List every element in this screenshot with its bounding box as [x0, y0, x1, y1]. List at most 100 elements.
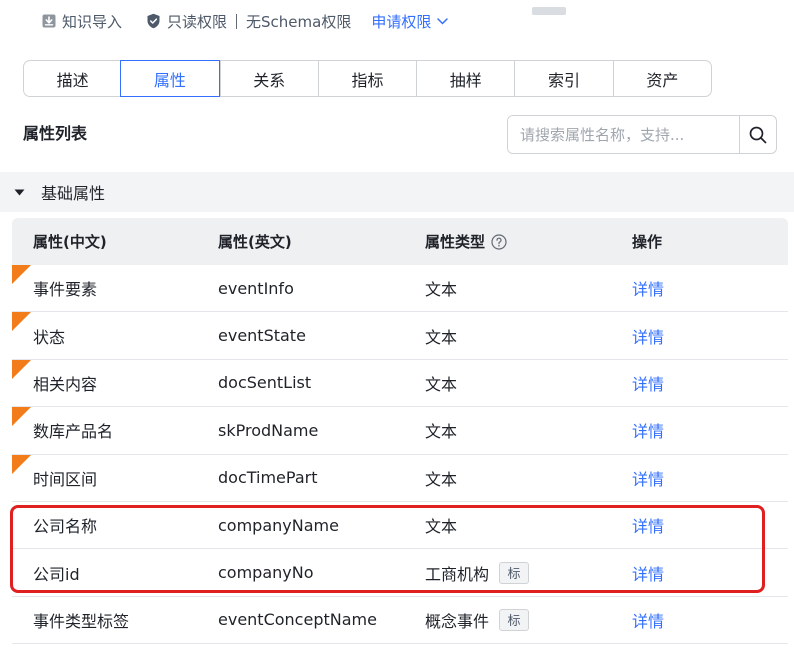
cell-name-zh: 事件要素 [33, 280, 98, 300]
detail-link[interactable]: 详情 [632, 561, 664, 585]
detail-link[interactable]: 详情 [632, 513, 664, 537]
table-row: 事件类型标签 eventConceptName 概念事件标详情 [12, 597, 788, 645]
search-button[interactable] [739, 116, 776, 153]
flag-corner-icon [12, 312, 31, 332]
detail-link[interactable]: 详情 [632, 371, 664, 395]
cell-name-en: docSentList [218, 373, 312, 393]
detail-link[interactable]: 详情 [632, 608, 664, 632]
cell-name-en: eventInfo [218, 278, 294, 298]
search-input[interactable] [508, 116, 739, 153]
header-name-zh: 属性(中文) [33, 233, 107, 251]
cell-name-en: eventState [218, 326, 306, 346]
tab-bar: 描述 属性 关系 指标 抽样 索引 资产 [23, 60, 712, 97]
knowledge-import[interactable]: 知识导入 [42, 11, 122, 32]
header-name-en: 属性(英文) [218, 233, 292, 251]
cell-name-en: eventConceptName [218, 610, 377, 630]
meta-row: 知识导入 只读权限 无Schema权限 申请权限 [42, 8, 449, 34]
import-label: 知识导入 [62, 12, 123, 31]
permission-label: 只读权限 [167, 12, 228, 31]
flag-corner-icon [12, 407, 31, 427]
cell-name-zh: 公司名称 [33, 517, 98, 537]
search-icon [749, 126, 767, 143]
cell-name-zh: 相关内容 [33, 374, 98, 394]
attribute-table: 属性(中文) 属性(英文) 属性类型 操作 事件要素 eventInfo 文本 详情状… [12, 218, 788, 645]
apply-permission-link[interactable]: 申请权限 [371, 11, 449, 32]
meta-divider [236, 13, 238, 29]
caret-down-icon [14, 189, 25, 195]
flag-corner-icon [12, 359, 31, 379]
permission-status: 只读权限 [146, 11, 227, 32]
tab-index[interactable]: 索引 [514, 61, 612, 96]
cell-type-label: 文本 [425, 469, 458, 489]
blurred-watermark [532, 7, 566, 15]
download-icon [42, 14, 56, 28]
table-row: 数库产品名 skProdName 文本 详情 [12, 407, 788, 455]
group-title: 基础属性 [41, 184, 106, 203]
header-action: 操作 [632, 233, 663, 251]
detail-link[interactable]: 详情 [632, 276, 664, 300]
list-title: 属性列表 [23, 124, 88, 143]
cell-name-zh: 事件类型标签 [33, 611, 130, 631]
cell-action: 详情 [612, 466, 788, 490]
tab-description[interactable]: 描述 [24, 61, 121, 96]
cell-name-zh: 状态 [33, 327, 66, 347]
table-body: 事件要素 eventInfo 文本 详情 状态 eventState 文本 详情 相关内容 doc… [12, 265, 788, 645]
attribute-search [507, 115, 777, 154]
cell-type-label: 概念事件 [425, 611, 490, 631]
cell-type: 文本 [405, 466, 612, 490]
schema-label: 无Schema权限 [246, 12, 352, 31]
apply-label: 申请权限 [371, 12, 432, 31]
detail-link[interactable]: 详情 [632, 324, 664, 348]
cell-action: 详情 [612, 324, 788, 348]
flag-corner-icon [12, 265, 31, 284]
cell-type-label: 文本 [425, 327, 458, 347]
tab-assets[interactable]: 资产 [612, 61, 711, 96]
cell-name-zh: 时间区间 [33, 469, 98, 489]
attribute-page: 知识导入 只读权限 无Schema权限 申请权限 描述 属性 关系 指标 抽样 … [0, 0, 794, 650]
table-row: 相关内容 docSentList 文本 详情 [12, 359, 788, 408]
cell-type: 文本 [405, 324, 612, 348]
cell-type-label: 文本 [425, 374, 458, 394]
tab-sampling[interactable]: 抽样 [416, 61, 514, 96]
cell-name-zh: 公司id [33, 564, 80, 584]
cell-type-label: 工商机构 [425, 564, 490, 584]
table-row: 公司id companyNo 工商机构标详情 [12, 549, 788, 597]
help-icon[interactable] [491, 233, 507, 250]
table-row: 事件要素 eventInfo 文本 详情 [12, 265, 788, 313]
tab-metrics[interactable]: 指标 [317, 61, 416, 96]
tab-relations[interactable]: 关系 [219, 61, 318, 96]
table-row: 公司名称 companyName 文本 详情 [12, 502, 788, 550]
tab-attributes[interactable]: 属性 [120, 60, 220, 97]
cell-type: 文本 [405, 276, 612, 300]
cell-name-en: companyName [218, 515, 339, 535]
header-type-label: 属性类型 [425, 233, 486, 251]
cell-action: 详情 [612, 418, 788, 442]
cell-name-en: companyNo [218, 563, 314, 583]
cell-name-en: skProdName [218, 420, 319, 440]
detail-link[interactable]: 详情 [632, 466, 664, 490]
chevron-down-icon [437, 17, 449, 25]
group-header-basic[interactable]: 基础属性 [0, 172, 794, 212]
type-badge: 标 [499, 561, 530, 584]
flag-corner-icon [12, 454, 31, 474]
cell-type-label: 文本 [425, 422, 458, 442]
cell-action: 详情 [612, 371, 788, 395]
cell-type: 概念事件标 [405, 608, 612, 632]
cell-type: 工商机构标 [405, 561, 612, 585]
cell-name-zh: 数库产品名 [33, 422, 114, 442]
table-header: 属性(中文) 属性(英文) 属性类型 操作 [12, 218, 788, 265]
detail-link[interactable]: 详情 [632, 418, 664, 442]
cell-action: 详情 [612, 276, 788, 300]
type-badge: 标 [499, 608, 530, 631]
cell-type: 文本 [405, 418, 612, 442]
cell-type: 文本 [405, 371, 612, 395]
table-row: 时间区间 docTimePart 文本 详情 [12, 454, 788, 502]
cell-type-label: 文本 [425, 280, 458, 300]
cell-action: 详情 [612, 561, 788, 585]
cell-action: 详情 [612, 608, 788, 632]
cell-action: 详情 [612, 513, 788, 537]
cell-type: 文本 [405, 513, 612, 537]
header-type: 属性类型 [405, 231, 612, 252]
shield-icon [147, 13, 160, 29]
cell-type-label: 文本 [425, 517, 458, 537]
